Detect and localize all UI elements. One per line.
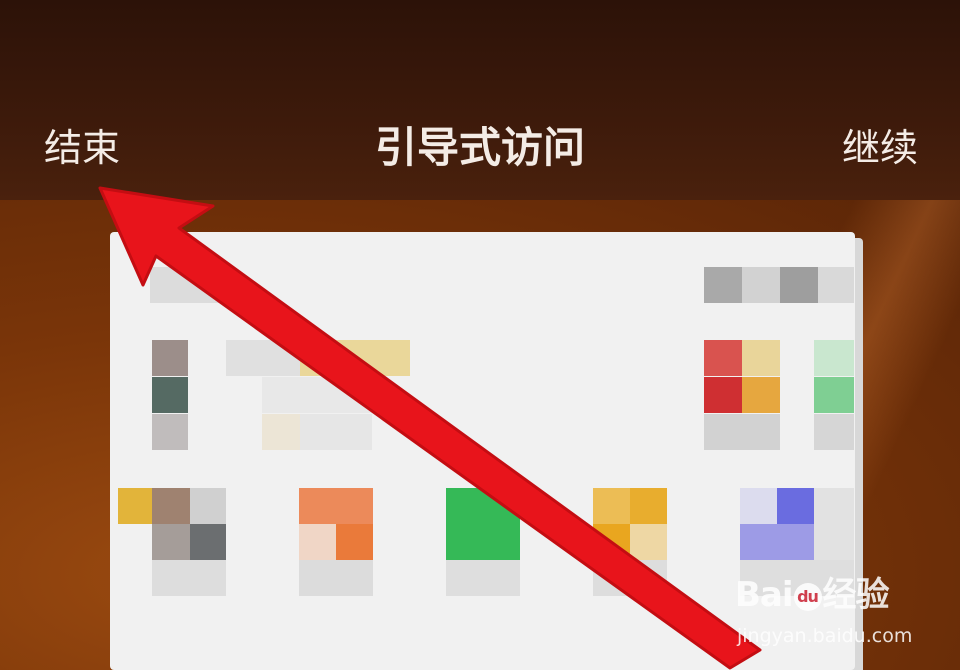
blurred-icon: [818, 267, 854, 303]
blurred-icon: [630, 488, 667, 524]
blurred-icon: [262, 377, 372, 413]
baidu-logo: Bai du 经验: [735, 575, 890, 615]
blurred-icon: [299, 524, 336, 560]
blurred-icon: [740, 524, 814, 560]
blurred-icon: [336, 524, 373, 560]
blurred-icon: [780, 267, 818, 303]
blurred-icon: [152, 524, 190, 560]
baidu-jingyan-watermark: Bai du 经验 jingyan.baidu.com: [735, 575, 955, 655]
page-title-text: 引导式访问: [374, 123, 585, 172]
blurred-icon: [814, 414, 854, 450]
blurred-icon: [152, 488, 190, 524]
blurred-icon: [742, 377, 780, 413]
blurred-icon: [742, 267, 780, 303]
blurred-icon: [152, 340, 188, 376]
blurred-icon: [226, 340, 300, 376]
blurred-icon: [299, 488, 373, 524]
blurred-icon: [704, 267, 742, 303]
blurred-icon: [262, 414, 300, 450]
blurred-icon: [704, 377, 742, 413]
logo-text-tail: 经验: [822, 575, 890, 615]
blurred-icon: [190, 524, 226, 560]
page-title: 引导式访问: [0, 120, 960, 176]
blurred-icon: [630, 524, 667, 560]
logo-text-lead: Bai: [735, 575, 794, 615]
paw-icon: du: [793, 582, 822, 611]
blurred-icon: [593, 560, 667, 596]
blurred-icon: [118, 488, 152, 524]
blurred-icon: [777, 488, 814, 524]
guided-access-top-bar: 结束 引导式访问 继续: [0, 0, 960, 200]
blurred-icon: [152, 377, 188, 413]
blurred-icon: [593, 524, 630, 560]
blurred-icon: [593, 488, 630, 524]
blurred-icon: [152, 414, 188, 450]
blurred-icon: [299, 560, 373, 596]
blurred-icon: [300, 414, 372, 450]
blurred-icon: [814, 377, 854, 413]
blurred-icon: [446, 488, 520, 560]
blurred-icon: [150, 267, 222, 303]
blurred-icon: [742, 340, 780, 376]
continue-button[interactable]: 继续: [842, 120, 918, 176]
end-button[interactable]: 结束: [44, 120, 120, 176]
blurred-icon: [190, 488, 226, 524]
watermark-url: jingyan.baidu.com: [737, 625, 913, 647]
blurred-icon: [814, 340, 854, 376]
blurred-icon: [704, 340, 742, 376]
blurred-icon: [446, 560, 520, 596]
logo-text-paw: du: [797, 586, 819, 606]
blurred-icon: [814, 488, 854, 560]
blurred-icon: [300, 340, 410, 376]
blurred-icon: [704, 414, 780, 450]
blurred-icon: [152, 560, 226, 596]
blurred-icon: [740, 488, 777, 524]
